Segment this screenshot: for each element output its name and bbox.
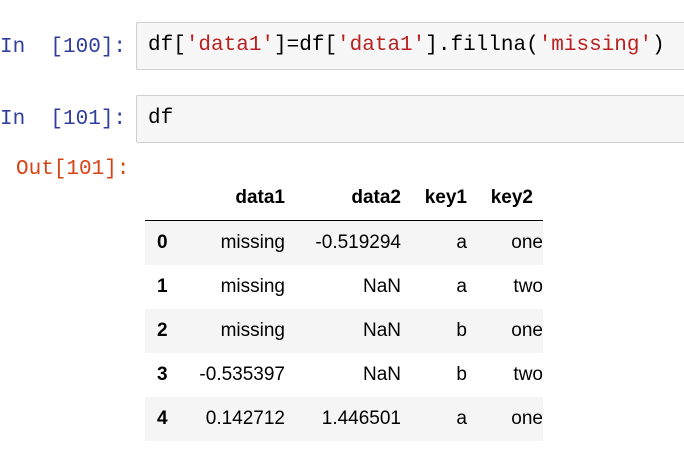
string-literal: 'data1' xyxy=(337,34,426,57)
code-line: df['data1']=df['data1'].fillna('missing'… xyxy=(148,33,665,59)
row-index: 3 xyxy=(157,364,168,385)
cell-data1: missing xyxy=(220,276,285,297)
row-index: 1 xyxy=(157,276,168,297)
code-token: df[ xyxy=(148,34,186,57)
code-token: ]=df[ xyxy=(274,34,338,57)
code-token: ].fillna( xyxy=(425,34,539,57)
table-row: 2 missing NaN b one xyxy=(145,309,543,353)
cell-key2: one xyxy=(511,320,543,341)
code-line: df xyxy=(148,106,173,132)
cell-data2: NaN xyxy=(362,364,401,385)
cell-key2: two xyxy=(513,276,543,297)
cell-data1: missing xyxy=(220,232,285,253)
table-row: 4 0.142712 1.446501 a one xyxy=(145,397,543,441)
row-index: 4 xyxy=(157,408,168,429)
table-row: 3 -0.535397 NaN b two xyxy=(145,353,543,397)
cell-key1: a xyxy=(456,232,467,253)
column-header-key1: key1 xyxy=(401,176,467,221)
column-header-key2: key2 xyxy=(467,176,543,221)
output-prompt-101: Out[101]: xyxy=(16,158,130,181)
cell-key2: one xyxy=(511,232,543,253)
table-row: 0 missing -0.519294 a one xyxy=(145,220,543,265)
cell-key2: two xyxy=(513,364,543,385)
column-header-data2: data2 xyxy=(285,176,401,221)
cell-key2: one xyxy=(511,408,543,429)
cell-data2: 1.446501 xyxy=(321,408,401,429)
cell-key1: b xyxy=(456,364,467,385)
row-index: 2 xyxy=(157,320,168,341)
code-cell-101[interactable]: df xyxy=(136,95,684,143)
row-index: 0 xyxy=(157,232,168,253)
table-row: 1 missing NaN a two xyxy=(145,265,543,309)
cell-data1: -0.535397 xyxy=(199,364,285,385)
code-cell-100[interactable]: df['data1']=df['data1'].fillna('missing'… xyxy=(136,22,684,70)
cell-data2: NaN xyxy=(362,276,401,297)
cell-key1: a xyxy=(456,408,467,429)
cell-data2: NaN xyxy=(362,320,401,341)
input-prompt-100: In [100]: xyxy=(0,36,127,59)
table-header-row: data1 data2 key1 key2 xyxy=(145,176,543,221)
input-prompt-101: In [101]: xyxy=(0,108,127,131)
cell-data2: -0.519294 xyxy=(315,232,401,253)
code-token: df xyxy=(148,107,174,130)
index-header xyxy=(145,176,185,221)
column-header-data1: data1 xyxy=(185,176,285,221)
cell-key1: a xyxy=(456,276,467,297)
cell-key1: b xyxy=(456,320,467,341)
string-literal: 'data1' xyxy=(185,34,275,57)
cell-data1: missing xyxy=(220,320,285,341)
dataframe-table: data1 data2 key1 key2 0 missing -0.51929… xyxy=(145,176,543,441)
code-token: ) xyxy=(652,34,665,57)
cell-data1: 0.142712 xyxy=(205,408,285,429)
string-literal: 'missing' xyxy=(538,34,653,57)
